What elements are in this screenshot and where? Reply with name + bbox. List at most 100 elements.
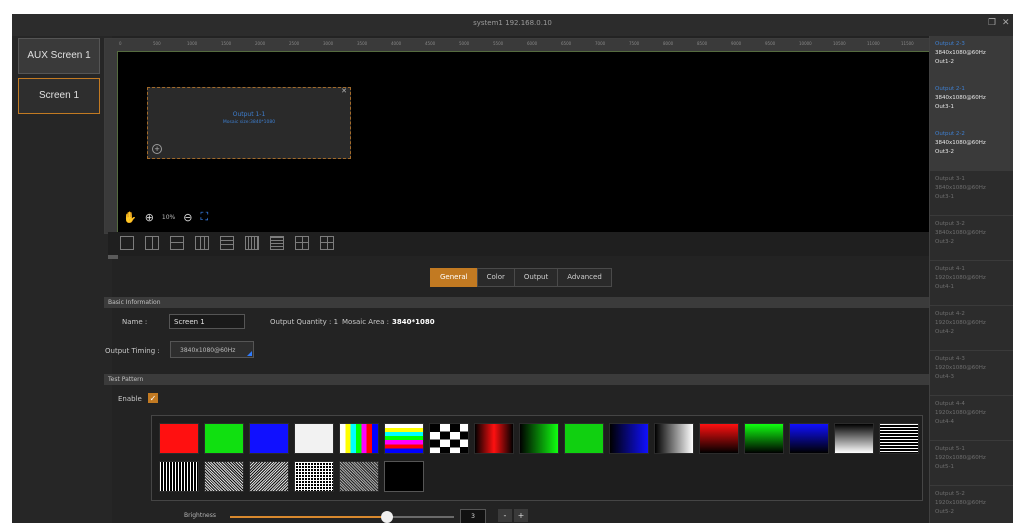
brightness-slider[interactable] (230, 511, 454, 523)
output-layer[interactable]: Output 1-1 Mosaic size:3840*1080 ✕ + (147, 87, 351, 159)
zoom-out-icon[interactable]: ⊖ (183, 211, 192, 224)
output-resolution: 1920x1080@60Hz (935, 500, 986, 506)
layout-4v-icon[interactable] (245, 236, 259, 250)
output-port: Out1-2 (935, 59, 954, 65)
pattern-red-gradient[interactable] (474, 423, 514, 454)
pattern-green[interactable] (204, 423, 244, 454)
layout-2h-icon[interactable] (170, 236, 184, 250)
ruler-tick: 2000 (255, 41, 266, 46)
window-title: system1 192.168.0.10 (473, 19, 552, 27)
tab-color[interactable]: Color (476, 268, 515, 287)
enable-label: Enable (118, 395, 142, 403)
close-icon[interactable]: ✕ (341, 87, 347, 95)
brightness-decrease-button[interactable]: - (498, 509, 512, 522)
output-resolution: 1920x1080@60Hz (935, 275, 986, 281)
ruler-tick: 6500 (561, 41, 572, 46)
brightness-increase-button[interactable]: + (514, 509, 528, 522)
pattern-vertical-lines[interactable] (159, 461, 199, 492)
screen-item-aux-screen-1[interactable]: AUX Screen 1 (18, 38, 100, 74)
horizontal-scrollbar[interactable] (108, 255, 118, 259)
ruler-tick: 11000 (867, 41, 880, 46)
pattern-green-vgradient[interactable] (744, 423, 784, 454)
ruler-tick: 7000 (595, 41, 606, 46)
hand-icon[interactable]: ✋ (123, 211, 137, 224)
pattern-black[interactable] (384, 461, 424, 492)
output-list-item[interactable]: Output 2-3 3840x1080@60Hz Out1-2 (930, 36, 1013, 81)
tab-advanced[interactable]: Advanced (557, 268, 612, 287)
output-list-item[interactable]: Output 4-4 1920x1080@60Hz Out4-4 (930, 396, 1013, 441)
pattern-diagonal-right[interactable] (249, 461, 289, 492)
pattern-horizontal-lines[interactable] (879, 423, 919, 454)
ruler-tick: 9000 (731, 41, 742, 46)
output-list-item[interactable]: Output 3-2 3840x1080@60Hz Out3-2 (930, 216, 1013, 261)
layout-3v-icon[interactable] (195, 236, 209, 250)
restore-icon[interactable]: ❐ (988, 18, 996, 28)
pattern-blue-gradient[interactable] (609, 423, 649, 454)
title-bar: system1 192.168.0.10 ❐ ✕ (12, 14, 1013, 36)
ruler-tick: 10000 (799, 41, 812, 46)
output-list-item[interactable]: Output 3-1 3840x1080@60Hz Out3-1 (930, 171, 1013, 216)
layout-grid-4-icon[interactable] (295, 236, 309, 250)
layout-2v-icon[interactable] (145, 236, 159, 250)
tab-general[interactable]: General (430, 268, 478, 287)
pattern-color-bars-vertical[interactable] (339, 423, 379, 454)
pattern-white[interactable] (294, 423, 334, 454)
zoom-in-icon[interactable]: ⊕ (145, 211, 154, 224)
pattern-gray-gradient[interactable] (654, 423, 694, 454)
fit-to-screen-icon[interactable]: ⛶ (200, 210, 208, 224)
test-pattern-panel (151, 415, 923, 501)
output-name: Output 4-4 (935, 401, 965, 407)
output-layer-name: Output 1-1 (232, 111, 266, 118)
output-list-item[interactable]: Output 4-3 1920x1080@60Hz Out4-3 (930, 351, 1013, 396)
pattern-checkerboard[interactable] (429, 423, 469, 454)
output-resolution: 3840x1080@60Hz (935, 140, 986, 146)
screen-item-screen-1[interactable]: Screen 1 (18, 78, 100, 114)
pattern-color-bars-horizontal[interactable] (384, 423, 424, 454)
pattern-red[interactable] (159, 423, 199, 454)
output-name: Output 4-2 (935, 311, 965, 317)
output-port: Out3-2 (935, 239, 954, 245)
output-resolution: 1920x1080@60Hz (935, 455, 986, 461)
pattern-green-solid[interactable] (564, 423, 604, 454)
pattern-red-vgradient[interactable] (699, 423, 739, 454)
output-timing-select[interactable]: 3840x1080@60Hz (170, 341, 254, 358)
output-list-item[interactable]: Output 2-1 3840x1080@60Hz Out3-1 (930, 81, 1013, 126)
plus-circle-icon[interactable]: + (152, 144, 162, 154)
ruler-tick: 5500 (493, 41, 504, 46)
output-resolution: 1920x1080@60Hz (935, 320, 986, 326)
output-list-item[interactable]: Output 5-2 1920x1080@60Hz Out5-2 (930, 486, 1013, 523)
basic-info-header: Basic Information (104, 297, 929, 308)
ruler-tick: 6000 (527, 41, 538, 46)
vertical-ruler (105, 51, 118, 233)
pattern-blue[interactable] (249, 423, 289, 454)
output-list-item[interactable]: Output 2-2 3840x1080@60Hz Out3-2 (930, 126, 1013, 171)
close-icon[interactable]: ✕ (1002, 18, 1010, 28)
pattern-blue-vgradient[interactable] (789, 423, 829, 454)
brightness-slider-thumb[interactable] (380, 511, 393, 523)
output-port: Out4-1 (935, 284, 954, 290)
brightness-value[interactable]: 3 (460, 509, 486, 523)
pattern-gray-vgradient[interactable] (834, 423, 874, 454)
output-name: Output 4-1 (935, 266, 965, 272)
output-resolution: 1920x1080@60Hz (935, 410, 986, 416)
layout-4h-icon[interactable] (270, 236, 284, 250)
pattern-grid[interactable] (294, 461, 334, 492)
output-list-item[interactable]: Output 4-2 1920x1080@60Hz Out4-2 (930, 306, 1013, 351)
screen-canvas[interactable]: 0 500 1000 1500 2000 2500 3000 3500 4000 4500 5000… (104, 38, 931, 234)
output-name: Output 3-1 (935, 176, 965, 182)
enable-checkbox[interactable]: ✓ (148, 393, 158, 403)
pattern-green-gradient[interactable] (519, 423, 559, 454)
layout-1-icon[interactable] (120, 236, 134, 250)
output-list-item[interactable]: Output 4-1 1920x1080@60Hz Out4-1 (930, 261, 1013, 306)
layout-grid-4b-icon[interactable] (320, 236, 334, 250)
name-input[interactable]: Screen 1 (169, 314, 245, 329)
pattern-dots[interactable] (339, 461, 379, 492)
output-port: Out3-1 (935, 194, 954, 200)
layout-3h-icon[interactable] (220, 236, 234, 250)
pattern-diagonal-left[interactable] (204, 461, 244, 492)
tab-output[interactable]: Output (513, 268, 559, 287)
output-port: Out5-2 (935, 509, 954, 515)
output-list-item[interactable]: Output 5-1 1920x1080@60Hz Out5-1 (930, 441, 1013, 486)
ruler-tick: 4500 (425, 41, 436, 46)
output-port: Out3-2 (935, 149, 954, 155)
